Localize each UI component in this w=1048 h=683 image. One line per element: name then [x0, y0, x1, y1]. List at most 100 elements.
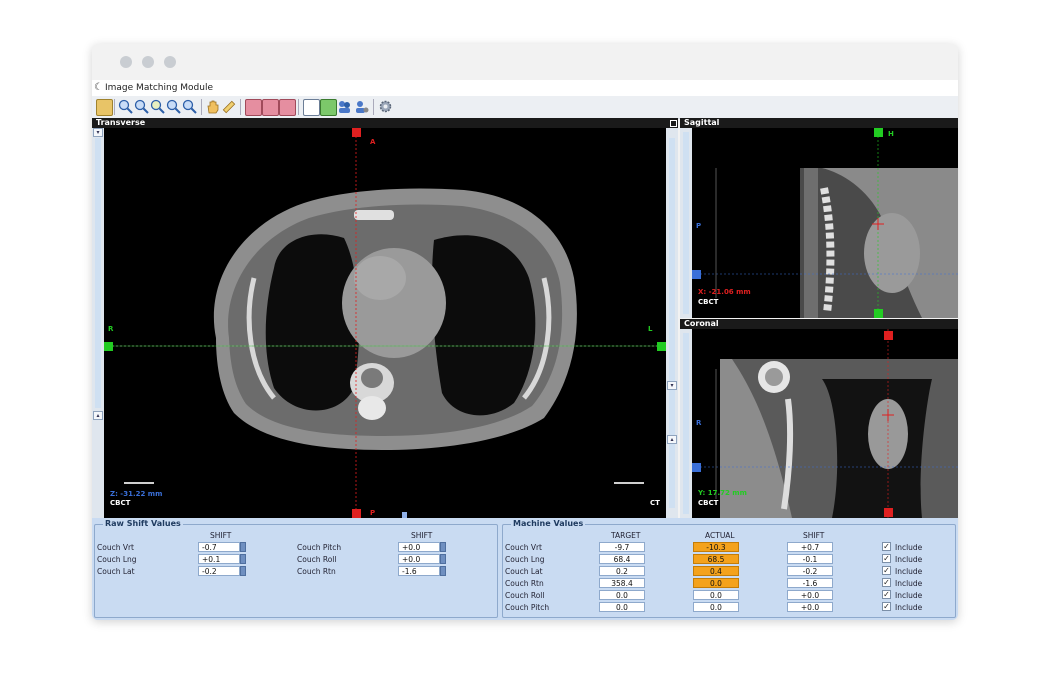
toolbar-separator: [201, 99, 202, 115]
scrollbar-track: [669, 138, 675, 508]
toolbar-separator: [114, 99, 115, 115]
sagittal-left-handle[interactable]: [692, 270, 701, 279]
sagittal-scrollbar[interactable]: [680, 128, 692, 318]
raw-shift-left-header: SHIFT: [210, 531, 232, 540]
sagittal-pane-header: Sagittal: [680, 118, 958, 128]
machine-row-label: Couch Roll: [505, 591, 545, 600]
actual-value-field: 0.0: [693, 602, 739, 612]
chevron-up-icon[interactable]: ▴: [93, 411, 103, 420]
shift-value-field: +0.0: [787, 602, 833, 612]
target-value-field: 68.4: [599, 554, 645, 564]
app-title: Image Matching Module: [105, 83, 214, 93]
machine-row-label: Couch Vrt: [505, 543, 542, 552]
coronal-top-handle[interactable]: [884, 331, 893, 340]
include-checkbox[interactable]: ✓: [882, 578, 891, 587]
coronal-left-handle[interactable]: [692, 463, 701, 472]
machine-row-label: Couch Lat: [505, 567, 543, 576]
raw-shift-spinner[interactable]: [440, 542, 446, 552]
coronal-scrollbar[interactable]: [680, 329, 692, 518]
sagittal-title: Sagittal: [684, 118, 720, 127]
top-crosshair-handle[interactable]: [352, 128, 361, 137]
zoom-out-icon[interactable]: [134, 99, 149, 114]
raw-shift-input[interactable]: +0.0: [398, 554, 440, 564]
chevron-down-icon[interactable]: ▾: [667, 381, 677, 390]
chevron-up-icon[interactable]: ▴: [667, 435, 677, 444]
machine-values-group: Machine Values TARGET ACTUAL SHIFT Couch…: [502, 519, 956, 618]
open-folder-icon[interactable]: [96, 99, 113, 116]
raw-shift-label: Couch Rtn: [297, 567, 336, 576]
orientation-right-label: L: [648, 325, 653, 333]
select-region-icon[interactable]: [303, 99, 320, 116]
minimize-window-dot[interactable]: [142, 56, 154, 68]
coronal-title: Coronal: [684, 319, 719, 328]
raw-shift-input[interactable]: +0.1: [198, 554, 240, 564]
raw-shift-input[interactable]: -1.6: [398, 566, 440, 576]
include-checkbox[interactable]: ✓: [882, 542, 891, 551]
reset-blend-icon[interactable]: [279, 99, 296, 116]
include-checkbox[interactable]: ✓: [882, 590, 891, 599]
maximize-pane-icon[interactable]: [668, 118, 678, 128]
transverse-series-label: CBCT: [110, 499, 131, 507]
zoom-reset-icon[interactable]: [182, 99, 197, 114]
bottom-crosshair-handle[interactable]: [352, 509, 361, 518]
toolbar-separator: [240, 99, 241, 115]
raw-shift-label: Couch Roll: [297, 555, 337, 564]
sagittal-bottom-handle[interactable]: [874, 309, 883, 318]
maximize-window-dot[interactable]: [164, 56, 176, 68]
toolbar-separator: [298, 99, 299, 115]
machine-values-title: Machine Values: [511, 519, 586, 528]
transverse-right-scrollbar[interactable]: ▾ ▴: [666, 128, 678, 518]
close-window-dot[interactable]: [120, 56, 132, 68]
auto-match-icon[interactable]: [320, 99, 337, 116]
raw-shift-input[interactable]: -0.7: [198, 542, 240, 552]
orientation-bottom-label: P: [370, 509, 376, 517]
raw-shift-spinner[interactable]: [240, 554, 246, 564]
raw-shift-input[interactable]: +0.0: [398, 542, 440, 552]
target-value-field: 0.0: [599, 602, 645, 612]
shift-value-field: -1.6: [787, 578, 833, 588]
sagittal-top-handle[interactable]: [874, 128, 883, 137]
window-level-icon[interactable]: [245, 99, 262, 116]
include-label: Include: [895, 543, 923, 552]
actual-value-field: 0.0: [693, 578, 739, 588]
chevron-down-icon[interactable]: ▾: [93, 128, 103, 137]
pan-hand-icon[interactable]: [205, 99, 220, 114]
shift-values-panel: Raw Shift Values SHIFT SHIFT Couch Vrt -…: [92, 518, 958, 620]
blend-icon[interactable]: [262, 99, 279, 116]
left-crosshair-handle[interactable]: [104, 342, 113, 351]
include-checkbox[interactable]: ✓: [882, 554, 891, 563]
sagittal-position-readout: X: -21.06 mm: [698, 288, 751, 296]
raw-shift-spinner[interactable]: [240, 542, 246, 552]
raw-shift-spinner[interactable]: [440, 554, 446, 564]
raw-shift-spinner[interactable]: [240, 566, 246, 576]
include-checkbox[interactable]: ✓: [882, 602, 891, 611]
target-value-field: -9.7: [599, 542, 645, 552]
users-icon[interactable]: [337, 99, 352, 114]
application-window: ☾ Image Matching Module Transverse ▾ ▴ A…: [92, 44, 958, 620]
right-crosshair-handle[interactable]: [657, 342, 666, 351]
zoom-in-icon[interactable]: [118, 99, 133, 114]
transverse-left-scrollbar[interactable]: ▾ ▴: [92, 128, 104, 518]
coronal-bottom-handle[interactable]: [884, 508, 893, 517]
raw-shift-input[interactable]: -0.2: [198, 566, 240, 576]
transverse-position-readout: Z: -31.22 mm: [110, 490, 163, 498]
target-value-field: 0.0: [599, 590, 645, 600]
gear-icon[interactable]: [378, 99, 393, 114]
shift-value-field: -0.2: [787, 566, 833, 576]
transverse-view[interactable]: A P R L Z: -31.22 mm CBCT CT: [104, 128, 666, 518]
app-titlebar: ☾ Image Matching Module: [92, 80, 958, 96]
user-settings-icon[interactable]: [354, 99, 369, 114]
zoom-region-icon[interactable]: [166, 99, 181, 114]
actual-value-field: 0.0: [693, 590, 739, 600]
machine-row-label: Couch Rtn: [505, 579, 544, 588]
include-checkbox[interactable]: ✓: [882, 566, 891, 575]
sagittal-view[interactable]: H P X: -21.06 mm CBCT: [692, 128, 958, 318]
raw-shift-spinner[interactable]: [440, 566, 446, 576]
transverse-ct-image: [104, 128, 666, 518]
coronal-pane-header: Coronal: [680, 319, 958, 329]
coronal-view[interactable]: R Y: 17.72 mm CBCT: [692, 329, 958, 518]
zoom-fit-icon[interactable]: [150, 99, 165, 114]
measure-ruler-icon[interactable]: [221, 99, 236, 114]
sagittal-series-label: CBCT: [698, 298, 719, 306]
sagittal-orientation-left-label: P: [696, 222, 702, 230]
